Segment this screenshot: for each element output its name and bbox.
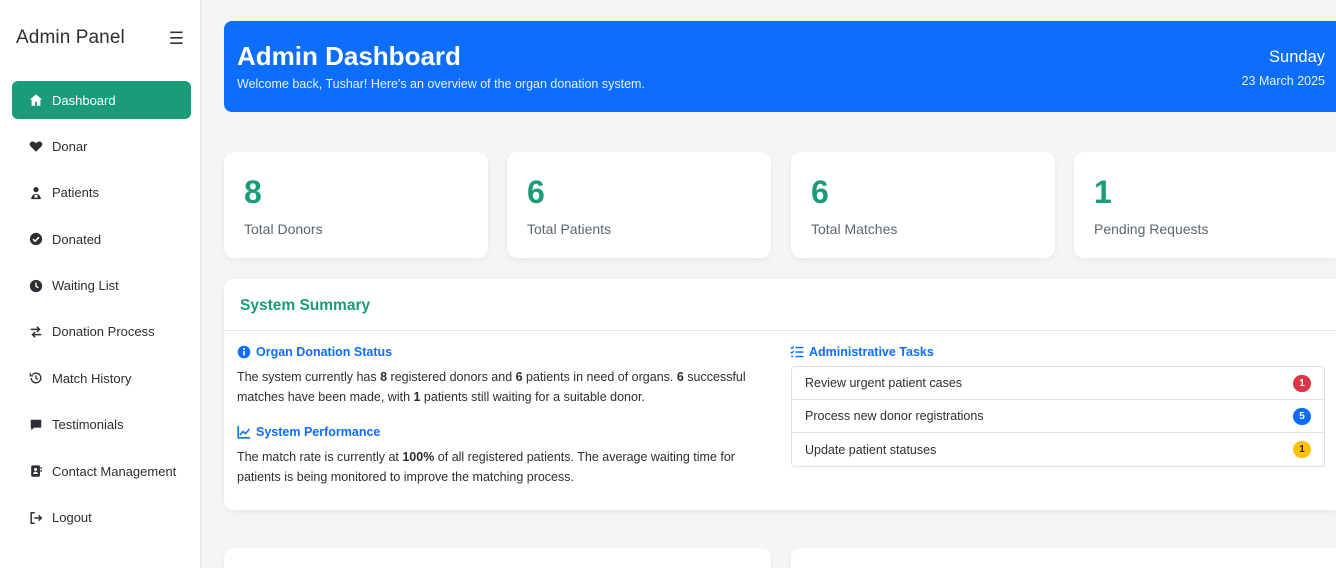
system-summary-title: System Summary bbox=[240, 297, 371, 314]
page-title: Admin Dashboard bbox=[237, 41, 461, 71]
sidebar-item-testimonials[interactable]: Testimonials bbox=[12, 406, 191, 444]
sidebar-item-label: Dashboard bbox=[52, 92, 116, 108]
system-summary-card: System Summary Organ Donation Status The… bbox=[224, 279, 1336, 510]
stat-value: 6 bbox=[527, 174, 545, 210]
text-segment: registered donors and bbox=[387, 370, 516, 384]
sidebar-item-label: Donation Process bbox=[52, 324, 155, 340]
sidebar-item-label: Contact Management bbox=[52, 463, 177, 479]
sidebar-item-donation-process[interactable]: Donation Process bbox=[12, 313, 191, 351]
line-chart-icon bbox=[237, 425, 251, 439]
sidebar-item-label: Waiting List bbox=[52, 278, 119, 294]
divider bbox=[224, 330, 1336, 331]
home-icon bbox=[28, 92, 44, 108]
task-update-patient-statuses[interactable]: Update patient statuses 1 bbox=[792, 433, 1324, 466]
clock-icon bbox=[28, 278, 44, 294]
sidebar-item-patients[interactable]: Patients bbox=[12, 174, 191, 212]
text-segment: patients in need of organs. bbox=[522, 370, 677, 384]
dashboard-header-banner: Admin Dashboard Welcome back, Tushar! He… bbox=[224, 21, 1336, 112]
system-performance-text: The match rate is currently at 100% of a… bbox=[237, 447, 767, 487]
task-label: Review urgent patient cases bbox=[805, 376, 963, 390]
check-circle-icon bbox=[28, 231, 44, 247]
logout-icon bbox=[28, 510, 44, 526]
administrative-tasks-heading: Administrative Tasks bbox=[790, 345, 934, 359]
heading-text: System Performance bbox=[256, 425, 381, 439]
system-performance-heading: System Performance bbox=[237, 425, 380, 439]
sidebar-item-waiting-list[interactable]: Waiting List bbox=[12, 267, 191, 305]
heading-text: Administrative Tasks bbox=[809, 345, 934, 359]
bottom-card-left bbox=[224, 548, 771, 568]
stat-value: 6 bbox=[811, 174, 829, 210]
stat-card-pending-requests: 1 Pending Requests bbox=[1074, 152, 1336, 258]
current-day: Sunday bbox=[1269, 48, 1325, 66]
stat-card-total-matches: 6 Total Matches bbox=[791, 152, 1055, 258]
organ-donation-status-heading: Organ Donation Status bbox=[237, 345, 392, 359]
sidebar-item-donated[interactable]: Donated bbox=[12, 220, 191, 258]
organ-donation-status-text: The system currently has 8 registered do… bbox=[237, 367, 767, 407]
patient-icon bbox=[28, 185, 44, 201]
sidebar-item-dashboard[interactable]: Dashboard bbox=[12, 81, 191, 119]
stat-label: Total Patients bbox=[527, 221, 612, 237]
sidebar-nav: Dashboard Donar Patients Donated Waiting… bbox=[12, 81, 191, 545]
admin-task-list: Review urgent patient cases 1 Process ne… bbox=[791, 366, 1325, 467]
sidebar-item-label: Logout bbox=[52, 510, 92, 526]
stat-value: 1 bbox=[1094, 174, 1112, 210]
heading-text: Organ Donation Status bbox=[256, 345, 393, 359]
match-count: 6 bbox=[676, 370, 684, 384]
stat-label: Total Matches bbox=[811, 221, 898, 237]
stat-value: 8 bbox=[244, 174, 262, 210]
current-date: 23 March 2025 bbox=[1241, 74, 1325, 88]
info-circle-icon bbox=[237, 345, 251, 359]
count-badge: 5 bbox=[1293, 407, 1311, 425]
sidebar-item-donar[interactable]: Donar bbox=[12, 127, 191, 165]
text-segment: patients still waiting for a suitable do… bbox=[420, 390, 645, 404]
patient-count: 6 bbox=[515, 370, 523, 384]
hamburger-icon[interactable]: ☰ bbox=[169, 30, 184, 47]
stat-label: Pending Requests bbox=[1094, 221, 1209, 237]
stat-card-total-donors: 8 Total Donors bbox=[224, 152, 488, 258]
brand-title: Admin Panel bbox=[16, 27, 125, 48]
count-badge: 1 bbox=[1293, 374, 1311, 392]
task-review-urgent-cases[interactable]: Review urgent patient cases 1 bbox=[792, 367, 1324, 400]
sidebar-item-label: Match History bbox=[52, 370, 132, 386]
task-process-donor-registrations[interactable]: Process new donor registrations 5 bbox=[792, 400, 1324, 433]
address-book-icon bbox=[28, 463, 44, 479]
heart-icon bbox=[28, 138, 44, 154]
count-badge: 1 bbox=[1293, 441, 1311, 458]
stat-label: Total Donors bbox=[244, 221, 323, 237]
tasks-list-icon bbox=[790, 345, 804, 359]
welcome-message: Welcome back, Tushar! Here's an overview… bbox=[237, 77, 645, 91]
task-label: Process new donor registrations bbox=[805, 409, 984, 423]
sidebar-item-match-history[interactable]: Match History bbox=[12, 359, 191, 397]
stat-card-total-patients: 6 Total Patients bbox=[507, 152, 771, 258]
exchange-icon bbox=[28, 324, 44, 340]
sidebar-header: Admin Panel ☰ bbox=[16, 26, 184, 50]
text-segment: The match rate is currently at bbox=[237, 450, 403, 464]
sidebar-item-label: Testimonials bbox=[52, 417, 124, 433]
task-label: Update patient statuses bbox=[805, 442, 937, 457]
comment-icon bbox=[28, 417, 44, 433]
match-rate: 100% bbox=[402, 450, 435, 464]
sidebar-item-label: Donated bbox=[52, 231, 102, 247]
history-icon bbox=[28, 370, 44, 386]
sidebar-item-label: Patients bbox=[52, 185, 99, 201]
sidebar-item-logout[interactable]: Logout bbox=[12, 499, 191, 537]
sidebar: Admin Panel ☰ Dashboard Donar Patients D… bbox=[0, 0, 201, 568]
bottom-card-right bbox=[791, 548, 1336, 568]
sidebar-item-label: Donar bbox=[52, 138, 88, 154]
sidebar-item-contact-management[interactable]: Contact Management bbox=[12, 452, 191, 490]
text-segment: The system currently has bbox=[237, 370, 381, 384]
